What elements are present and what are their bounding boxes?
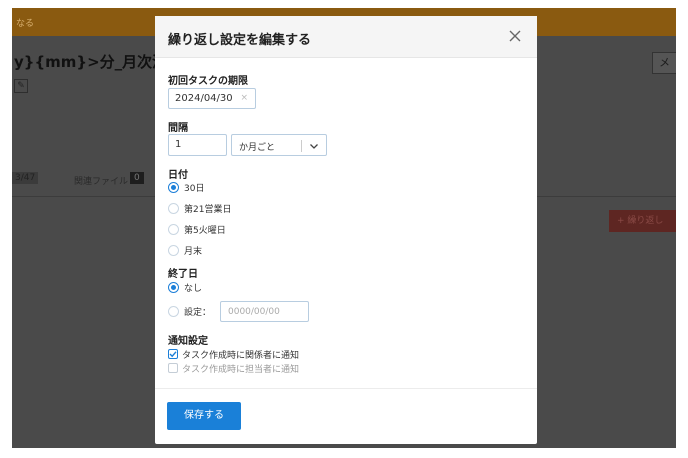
day-option-label: 30日 xyxy=(184,184,205,194)
notify-option-label: タスク作成時に関係者に通知 xyxy=(182,351,300,361)
chevron-down-icon xyxy=(310,144,318,149)
checkbox-checked[interactable] xyxy=(168,349,178,359)
clear-date-icon[interactable]: × xyxy=(240,93,248,103)
end-date-input[interactable]: 0000/00/00 xyxy=(220,301,309,322)
end-date-label: 終了日 xyxy=(168,269,198,280)
notify-option-label: タスク作成時に担当者に通知 xyxy=(182,365,300,375)
first-due-date-input[interactable]: 2024/04/30 × xyxy=(168,88,256,109)
day-option-label: 月末 xyxy=(184,247,203,257)
checkmark-icon xyxy=(169,351,177,358)
end-option-label: なし xyxy=(184,284,203,294)
checkbox[interactable] xyxy=(168,363,178,373)
interval-number-input[interactable]: 1 xyxy=(168,134,227,156)
close-icon xyxy=(509,30,521,42)
close-button[interactable] xyxy=(507,28,523,44)
modal-title: 繰り返し設定を編集する xyxy=(168,33,312,48)
footer-divider xyxy=(155,388,537,389)
radio-button[interactable] xyxy=(168,245,179,256)
background-tab-badge: 0 xyxy=(130,172,144,184)
radio-button[interactable] xyxy=(168,306,179,317)
first-due-label: 初回タスクの期限 xyxy=(168,76,248,87)
background-tab-count: 3/47 xyxy=(12,172,39,184)
end-date-placeholder: 0000/00/00 xyxy=(228,307,280,317)
select-divider xyxy=(301,140,302,152)
repeat-settings-modal: 繰り返し設定を編集する 初回タスクの期限 2024/04/30 × 間隔 1 か… xyxy=(155,16,537,444)
radio-button-checked[interactable] xyxy=(168,282,179,293)
radio-button-checked[interactable] xyxy=(168,182,179,193)
background-banner-text: なる xyxy=(16,19,35,29)
screen: なる y}{mm}>分_月次決算 ✎ メ 3/47 関連ファイル 0 + 繰り返… xyxy=(0,0,688,458)
notification-label: 通知設定 xyxy=(168,336,208,347)
background-add-repeat-button: + 繰り返し xyxy=(609,210,676,232)
background-menu-button: メ xyxy=(652,52,676,74)
first-due-date-value: 2024/04/30 xyxy=(175,93,233,104)
pencil-icon: ✎ xyxy=(14,79,28,93)
radio-button[interactable] xyxy=(168,203,179,214)
interval-unit-select[interactable]: か月ごと xyxy=(231,134,327,156)
interval-unit-value: か月ごと xyxy=(239,143,276,153)
day-option-label: 第21営業日 xyxy=(184,205,232,215)
interval-label: 間隔 xyxy=(168,123,188,134)
modal-header: 繰り返し設定を編集する xyxy=(155,16,537,58)
day-label: 日付 xyxy=(168,170,188,181)
background-tab-files: 関連ファイル xyxy=(74,177,129,187)
end-option-label: 設定： xyxy=(184,308,212,318)
radio-button[interactable] xyxy=(168,224,179,235)
save-button[interactable]: 保存する xyxy=(167,402,241,430)
day-option-label: 第5火曜日 xyxy=(184,226,226,236)
interval-number-value: 1 xyxy=(175,139,182,150)
